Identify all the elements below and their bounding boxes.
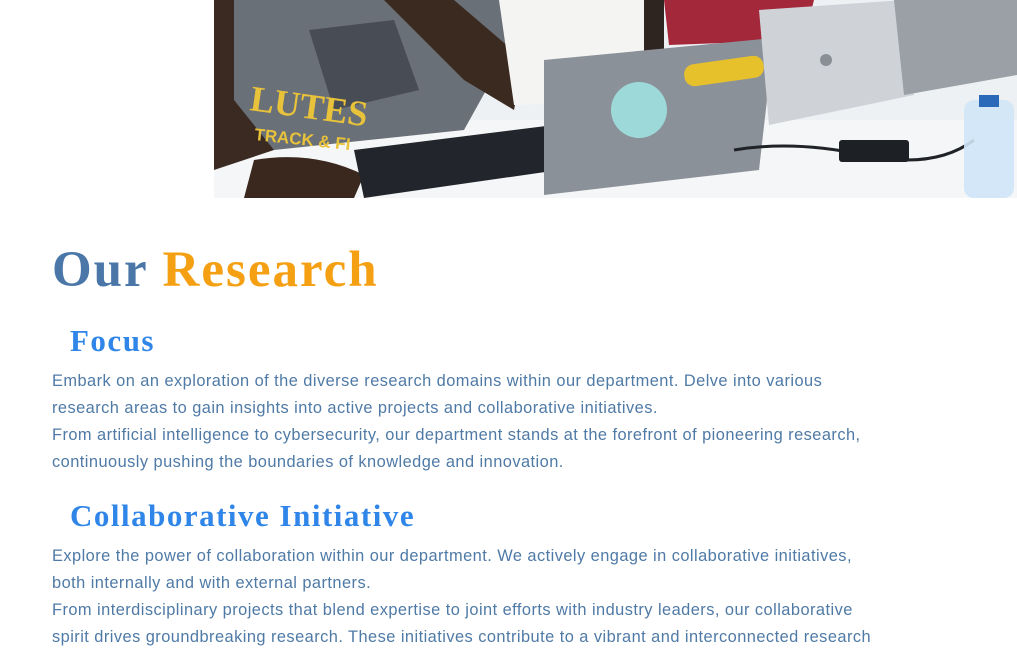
text-line: continuously pushing the boundaries of k… xyxy=(52,453,564,471)
heading-word-research: Research xyxy=(162,242,379,298)
section-title-collaborative-initiative: Collaborative Initiative xyxy=(70,498,416,533)
text-line: Explore the power of collaboration withi… xyxy=(52,547,852,565)
page-heading: Our Research xyxy=(52,240,379,300)
text-line: both internally and with external partne… xyxy=(52,574,372,592)
text-line: Embark on an exploration of the diverse … xyxy=(52,372,823,390)
text-line: From interdisciplinary projects that ble… xyxy=(52,601,853,619)
heading-word-our: Our xyxy=(52,242,148,298)
section-title-focus: Focus xyxy=(70,323,155,358)
section-text-focus: Embark on an exploration of the diverse … xyxy=(52,368,952,476)
text-line: spirit drives groundbreaking research. T… xyxy=(52,628,872,646)
section-text-collaborative-initiative: Explore the power of collaboration withi… xyxy=(52,543,952,651)
text-line: From artificial intelligence to cybersec… xyxy=(52,426,861,444)
hero-photo: LUTES TRACK & FI xyxy=(214,0,1017,198)
text-line: research areas to gain insights into act… xyxy=(52,399,658,417)
